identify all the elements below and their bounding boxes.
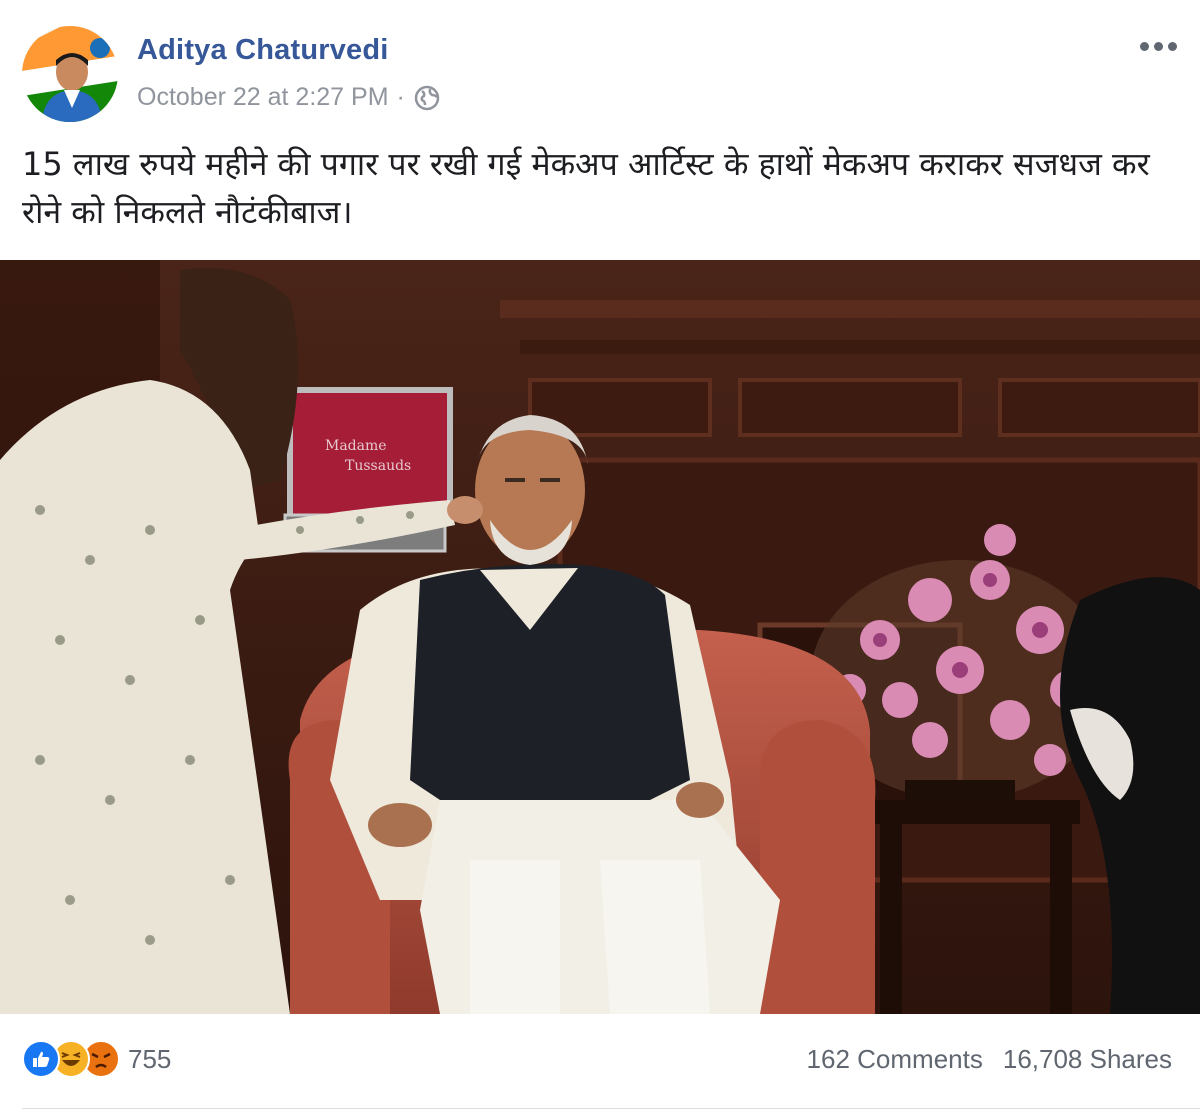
facebook-post: Aditya Chaturvedi October 22 at 2:27 PM … [0, 0, 1200, 1113]
like-icon [22, 1040, 60, 1078]
engagement-stats: 162 Comments 16,708 Shares [807, 1044, 1172, 1075]
divider [22, 1108, 1200, 1109]
reaction-count[interactable]: 755 [128, 1044, 171, 1075]
author-avatar[interactable] [22, 26, 118, 122]
meta-separator: · [396, 83, 405, 111]
post-text: 15 लाख रुपये महीने की पगार पर रखी गई मेक… [22, 145, 1150, 231]
post-photo[interactable]: Madame Tussauds [0, 260, 1200, 1014]
svg-text:Madame: Madame [325, 438, 387, 454]
reaction-summary[interactable]: 755 [22, 1040, 171, 1078]
globe-icon[interactable] [413, 84, 441, 112]
post-timestamp[interactable]: October 22 at 2:27 PM [137, 83, 389, 112]
author-name[interactable]: Aditya Chaturvedi [137, 34, 389, 67]
svg-text:Tussauds: Tussauds [345, 458, 411, 474]
post-meta: October 22 at 2:27 PM · [137, 83, 441, 112]
shares-count[interactable]: 16,708 Shares [1003, 1044, 1172, 1075]
more-options-icon[interactable] [1140, 36, 1180, 56]
comments-count[interactable]: 162 Comments [807, 1044, 983, 1075]
